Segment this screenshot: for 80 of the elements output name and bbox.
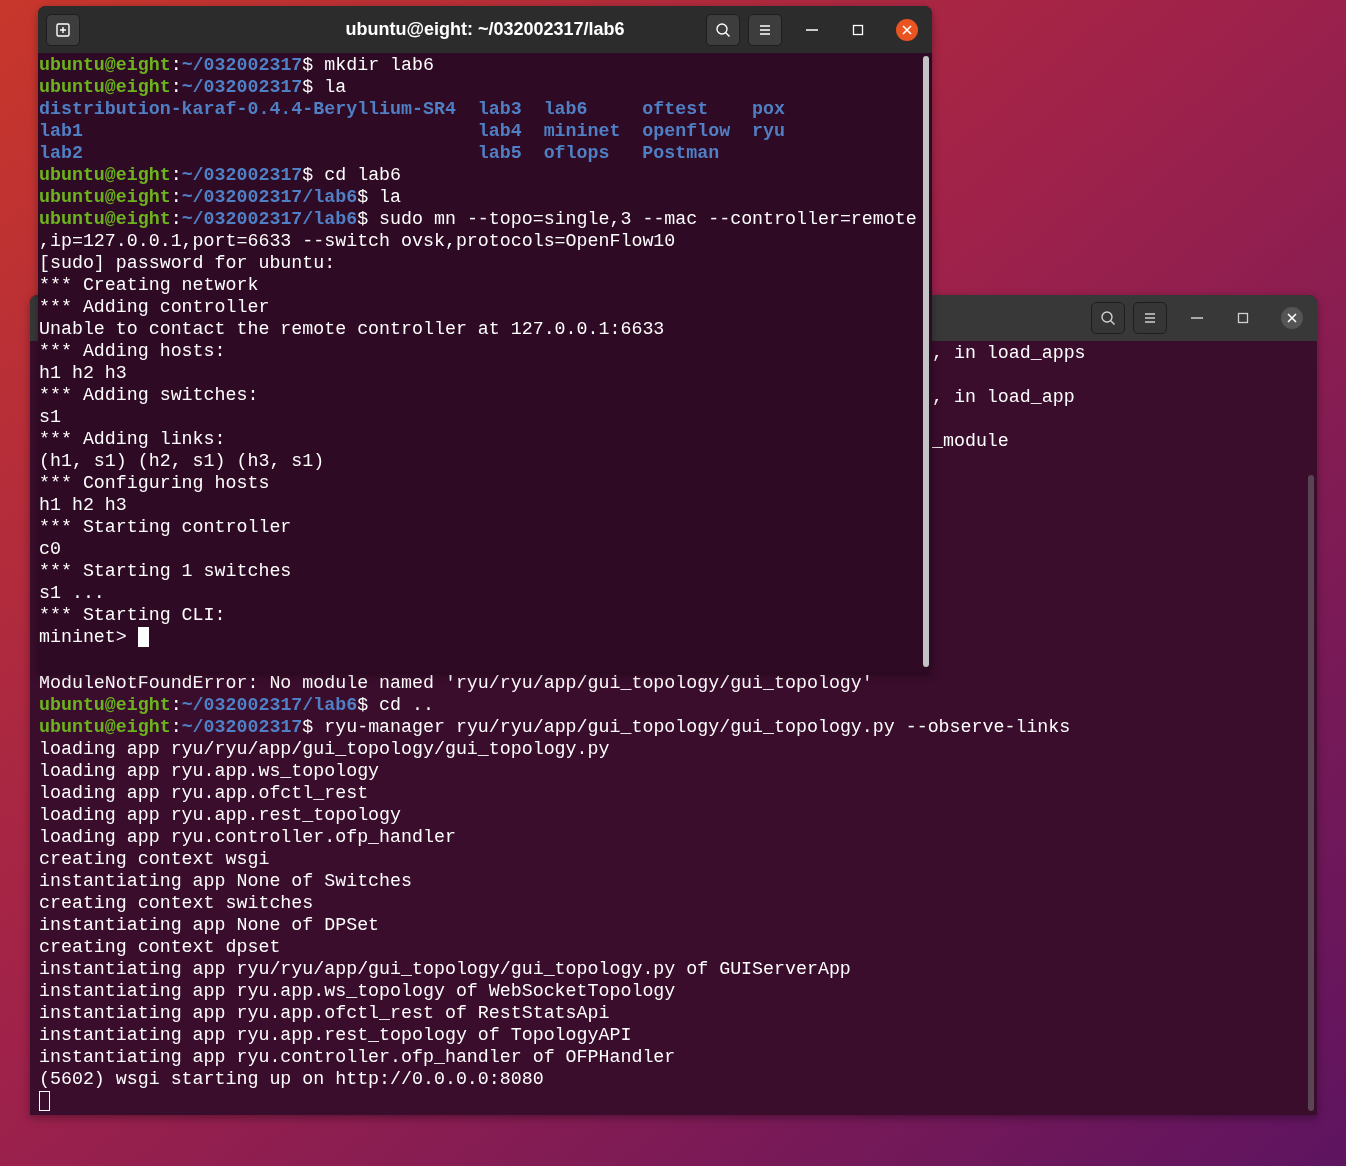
- terminal-line: (5602) wsgi starting up on http://0.0.0.0:8080: [39, 1068, 544, 1090]
- terminal-line: loading app ryu.app.ofctl_rest: [39, 782, 369, 804]
- scrollbar[interactable]: [923, 56, 929, 667]
- terminal-line: _module: [932, 430, 1009, 452]
- terminal-line: c0: [39, 538, 61, 560]
- terminal-line: instantiating app None of Switches: [39, 870, 412, 892]
- terminal-line: ubuntu@eight:~/032002317$ cd lab6: [39, 164, 402, 186]
- terminal-line: ,ip=127.0.0.1,port=6633 --switch ovsk,protocols=OpenFlow10: [39, 230, 676, 252]
- terminal-line: , in load_apps: [932, 342, 1086, 364]
- terminal-line: *** Starting CLI:: [39, 604, 226, 626]
- directory-name: lab2: [39, 142, 83, 164]
- terminal-line: [sudo] password for ubuntu:: [39, 252, 336, 274]
- terminal-line: h1 h2 h3: [39, 494, 127, 516]
- terminal-line: *** Starting controller: [39, 516, 292, 538]
- directory-name: distribution-karaf-0.4.4-Beryllium-SR4: [39, 98, 456, 120]
- terminal-line: *** Adding links:: [39, 428, 226, 450]
- directory-name: lab3: [477, 98, 522, 120]
- directory-name: openflow: [642, 120, 731, 142]
- terminal-line: creating context dpset: [39, 936, 281, 958]
- terminal-line: Unable to contact the remote controller at 127.0.0.1:6633: [39, 318, 665, 340]
- terminal-line: *** Adding hosts:: [39, 340, 226, 362]
- terminal-line: ubuntu@eight:~/032002317$ mkdir lab6: [39, 54, 434, 76]
- terminal-line: ubuntu@eight:~/032002317$ la: [39, 76, 347, 98]
- close-icon: [902, 24, 912, 35]
- close-icon: [1287, 313, 1297, 323]
- terminal-line: ModuleNotFoundError: No module named 'ryu/ryu/app/gui_topology/gui_topology': [39, 672, 873, 694]
- terminal-line: loading app ryu.app.rest_topology: [39, 804, 402, 826]
- maximize-icon: [1237, 312, 1249, 324]
- terminal-line: , in load_app: [932, 386, 1075, 408]
- directory-name: lab6: [543, 98, 588, 120]
- new-tab-icon: [55, 21, 71, 38]
- terminal-line: instantiating app ryu.app.ws_topology of WebSocketTopology: [39, 980, 676, 1002]
- terminal-line: loading app ryu.controller.ofp_handler: [39, 826, 456, 848]
- directory-name: lab5: [477, 142, 522, 164]
- terminal-line: creating context wsgi: [39, 848, 270, 870]
- terminal-line: instantiating app ryu.controller.ofp_handler of OFPHandler: [39, 1046, 676, 1068]
- terminal-line: loading app ryu/ryu/app/gui_topology/gui_topology.py: [39, 738, 610, 760]
- terminal-line: ubuntu@eight:~/032002317/lab6$ cd ..: [39, 694, 434, 716]
- terminal-line: h1 h2 h3: [39, 362, 127, 384]
- terminal-line: instantiating app ryu.app.ofctl_rest of RestStatsApi: [39, 1002, 610, 1024]
- terminal-line: s1 ...: [39, 582, 105, 604]
- minimize-icon: [806, 28, 818, 31]
- terminal-line: *** Adding switches:: [39, 384, 259, 406]
- terminal-line: s1: [39, 406, 61, 428]
- search-icon: [715, 21, 731, 38]
- directory-name: oftest: [642, 98, 709, 120]
- directory-name: ryu: [752, 120, 785, 142]
- search-button[interactable]: [706, 13, 740, 46]
- terminal-line: instantiating app ryu.app.rest_topology of TopologyAPI: [39, 1024, 632, 1046]
- terminal-line: *** Adding controller: [39, 296, 270, 318]
- terminal-line: *** Creating network: [39, 274, 259, 296]
- window-title: ubuntu@eight: ~/032002317/lab6: [345, 19, 625, 40]
- menu-icon: [1142, 310, 1158, 326]
- directory-name: mininet: [543, 120, 621, 142]
- minimize-icon: [1191, 317, 1203, 319]
- terminal-line: ubuntu@eight:~/032002317/lab6$ la: [39, 186, 402, 208]
- terminal-line: creating context switches: [39, 892, 314, 914]
- maximize-icon: [852, 23, 864, 36]
- terminal-line: *** Configuring hosts: [39, 472, 270, 494]
- terminal-line: mininet>: [39, 626, 128, 648]
- terminal-line: ubuntu@eight:~/032002317/lab6$ sudo mn --topo=single,3 --mac --controller=remote: [39, 208, 917, 230]
- menu-button[interactable]: [748, 13, 782, 46]
- terminal-line: instantiating app None of DPSet: [39, 914, 380, 936]
- directory-name: lab1: [39, 120, 83, 142]
- directory-name: pox: [752, 98, 785, 120]
- terminal-line: (h1, s1) (h2, s1) (h3, s1): [39, 450, 325, 472]
- terminal-line: ubuntu@eight:~/032002317$ ryu-manager ryu/ryu/app/gui_topology/gui_topology.py --observe-links: [39, 716, 1071, 738]
- directory-name: oflops: [543, 142, 610, 164]
- terminal-line: instantiating app ryu/ryu/app/gui_topology/gui_topology.py of GUIServerApp: [39, 958, 851, 980]
- new-tab-button[interactable]: [46, 13, 80, 46]
- search-icon: [1100, 310, 1116, 326]
- scrollbar[interactable]: [1308, 475, 1314, 1111]
- terminal-line: loading app ryu.app.ws_topology: [39, 760, 380, 782]
- search-button[interactable]: [1091, 302, 1125, 334]
- directory-name: Postman: [642, 142, 720, 164]
- directory-name: lab4: [477, 120, 522, 142]
- terminal-line: *** Starting 1 switches: [39, 560, 292, 582]
- close-button[interactable]: [1281, 307, 1303, 329]
- close-button[interactable]: [896, 18, 918, 41]
- menu-button[interactable]: [1133, 302, 1167, 334]
